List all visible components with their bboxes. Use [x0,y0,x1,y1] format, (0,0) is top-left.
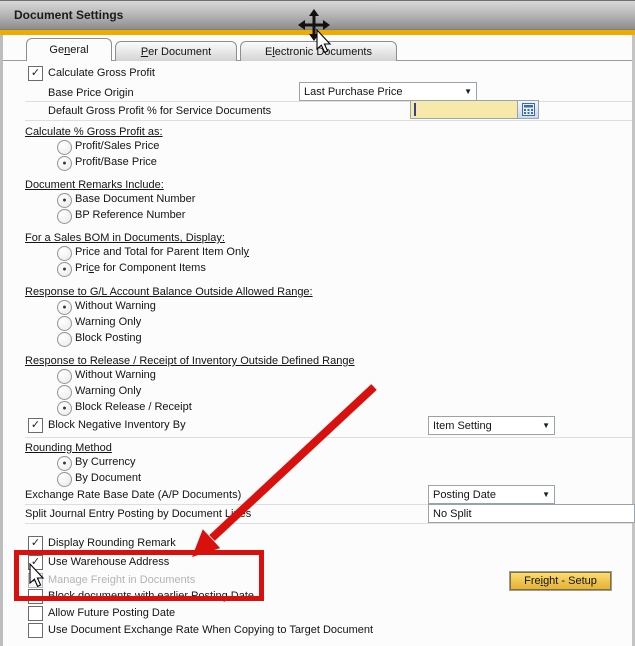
profit-sales-price-label: Profit/Sales Price [75,139,159,153]
title-bar[interactable]: Document Settings [0,0,635,30]
annotation-arrow [192,387,374,557]
tab-electronic-documents[interactable]: Electronic Documents [240,41,397,61]
gl-without-warning-label: Without Warning [75,299,156,313]
checkmark-icon: ✓ [31,538,40,549]
inv-response-heading: Response to Release / Receipt of Invento… [25,354,355,368]
calculator-button[interactable] [517,100,539,119]
profit-base-price-radio[interactable]: ● [57,156,72,171]
annotation-highlight-box [14,550,264,601]
allow-future-posting-label: Allow Future Posting Date [48,606,175,620]
gl-without-warning-radio[interactable]: ● [57,300,72,315]
block-negative-inventory-select[interactable]: Item Setting ▼ [428,416,555,435]
row-separator [25,101,632,102]
by-currency-label: By Currency [75,455,136,469]
exchange-rate-label: Exchange Rate Base Date (A/P Documents) [25,488,241,502]
profit-sales-price-radio[interactable] [57,140,72,155]
bp-reference-number-label: BP Reference Number [75,208,185,222]
calc-percent-heading: Calculate % Gross Profit as: [25,125,163,139]
tab-general[interactable]: General [26,38,112,61]
window-frame-left [0,35,3,646]
radio-dot: ● [62,160,66,167]
calculate-gross-profit-label: Calculate Gross Profit [48,66,155,80]
inv-warning-only-label: Warning Only [75,384,141,398]
by-currency-radio[interactable]: ● [57,456,72,471]
calculate-gross-profit-checkbox[interactable]: ✓ [28,66,43,81]
split-journal-field[interactable]: No Split [428,504,635,523]
inv-without-warning-label: Without Warning [75,368,156,382]
gl-block-posting-label: Block Posting [75,331,142,345]
block-negative-inventory-checkbox[interactable]: ✓ [28,418,43,433]
default-gross-profit-input[interactable] [410,100,517,119]
chevron-down-icon: ▼ [542,490,550,499]
document-settings-window: Document Settings General Per Document E… [0,0,635,646]
base-price-origin-select[interactable]: Last Purchase Price ▼ [299,82,477,101]
base-document-number-label: Base Document Number [75,192,195,206]
chevron-down-icon: ▼ [464,87,472,96]
doc-remarks-heading: Document Remarks Include: [25,178,164,192]
tab-per-document-label: Per Document [141,46,211,58]
gl-warning-only-radio[interactable] [57,316,72,331]
freight-setup-button-label: Freight - Setup [524,575,597,587]
base-price-origin-value: Last Purchase Price [304,86,402,98]
display-rounding-remark-checkbox[interactable]: ✓ [28,536,43,551]
text-caret [414,103,416,116]
radio-dot: ● [62,304,66,311]
gl-block-posting-radio[interactable] [57,332,72,347]
checkmark-icon: ✓ [31,420,40,431]
split-journal-value: No Split [433,508,472,520]
component-items-radio[interactable]: ● [57,262,72,277]
tab-per-document[interactable]: Per Document [115,41,237,61]
row-separator [25,437,632,438]
split-journal-label: Split Journal Entry Posting by Document … [25,507,251,521]
profit-base-price-label: Profit/Base Price [75,155,157,169]
accent-bar [0,30,635,35]
by-document-label: By Document [75,471,141,485]
radio-dot: ● [62,197,66,204]
default-gross-profit-label: Default Gross Profit % for Service Docum… [48,104,271,118]
row-separator [25,523,632,524]
radio-dot: ● [62,460,66,467]
tab-general-label: General [49,44,88,56]
exchange-rate-value: Posting Date [433,489,496,501]
inv-block-release-label: Block Release / Receipt [75,400,192,414]
allow-future-posting-checkbox[interactable] [28,606,43,621]
inv-warning-only-radio[interactable] [57,385,72,400]
checkmark-icon: ✓ [31,68,40,79]
calculator-icon [522,103,535,116]
gl-warning-only-label: Warning Only [75,315,141,329]
chevron-down-icon: ▼ [542,421,550,430]
inv-without-warning-radio[interactable] [57,369,72,384]
gl-response-heading: Response to G/L Account Balance Outside … [25,285,313,299]
parent-item-only-radio[interactable] [57,246,72,261]
base-document-number-radio[interactable]: ● [57,193,72,208]
inv-block-release-radio[interactable]: ● [57,401,72,416]
use-doc-exchange-rate-label: Use Document Exchange Rate When Copying … [48,623,373,637]
use-doc-exchange-rate-checkbox[interactable] [28,623,43,638]
sales-bom-heading: For a Sales BOM in Documents, Display: [25,231,225,245]
radio-dot: ● [62,405,66,412]
block-negative-inventory-label: Block Negative Inventory By [48,418,186,432]
window-title: Document Settings [14,8,123,22]
radio-dot: ● [62,266,66,273]
bp-reference-number-radio[interactable] [57,209,72,224]
display-rounding-remark-label: Display Rounding Remark [48,536,176,550]
rounding-method-heading: Rounding Method [25,441,112,455]
tab-electronic-documents-label: Electronic Documents [265,46,372,58]
parent-item-only-label: Price and Total for Parent Item Only [75,245,249,259]
freight-setup-button[interactable]: Freight - Setup [510,572,611,590]
base-price-origin-label: Base Price Origin [48,86,134,100]
component-items-label: Price for Component Items [75,261,206,275]
exchange-rate-select[interactable]: Posting Date ▼ [428,485,555,504]
by-document-radio[interactable] [57,472,72,487]
row-separator [25,120,632,121]
block-negative-inventory-value: Item Setting [433,420,492,432]
